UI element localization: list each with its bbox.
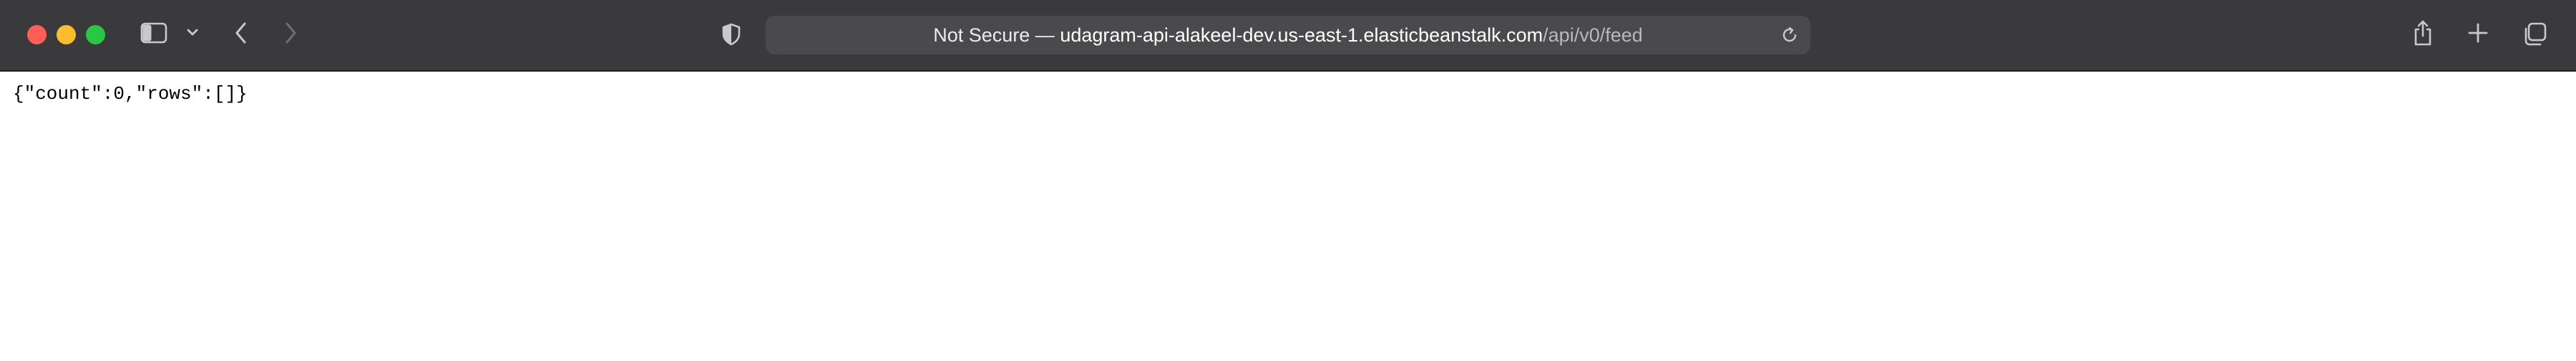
page-content: {"count":0,"rows":[]} xyxy=(0,72,2576,361)
chevron-right-icon xyxy=(286,22,296,44)
address-separator: — xyxy=(1030,24,1060,46)
zoom-window-button[interactable] xyxy=(86,25,105,44)
sidebar-icon[interactable] xyxy=(137,20,170,46)
browser-window: Not Secure — udagram-api-alakeel-dev.us-… xyxy=(0,0,2576,361)
json-response-text: {"count":0,"rows":[]} xyxy=(13,83,248,105)
forward-button[interactable] xyxy=(280,19,301,47)
minimize-window-button[interactable] xyxy=(57,25,76,44)
address-host: udagram-api-alakeel-dev.us-east-1.elasti… xyxy=(1060,24,1543,46)
address-bar[interactable]: Not Secure — udagram-api-alakeel-dev.us-… xyxy=(766,16,1810,54)
browser-toolbar: Not Secure — udagram-api-alakeel-dev.us-… xyxy=(0,0,2576,72)
tab-overview-icon[interactable] xyxy=(2520,20,2549,49)
address-path: /api/v0/feed xyxy=(1543,24,1643,46)
chevron-down-icon[interactable] xyxy=(185,24,200,40)
plus-icon[interactable] xyxy=(2465,20,2491,46)
back-button[interactable] xyxy=(230,19,252,47)
share-icon[interactable] xyxy=(2410,17,2436,49)
reload-icon[interactable] xyxy=(1779,24,1800,46)
security-label: Not Secure xyxy=(933,24,1030,46)
address-url: Not Secure — udagram-api-alakeel-dev.us-… xyxy=(933,24,1643,47)
shield-icon[interactable] xyxy=(718,21,744,47)
chevron-left-icon xyxy=(235,22,246,44)
close-window-button[interactable] xyxy=(27,25,47,44)
